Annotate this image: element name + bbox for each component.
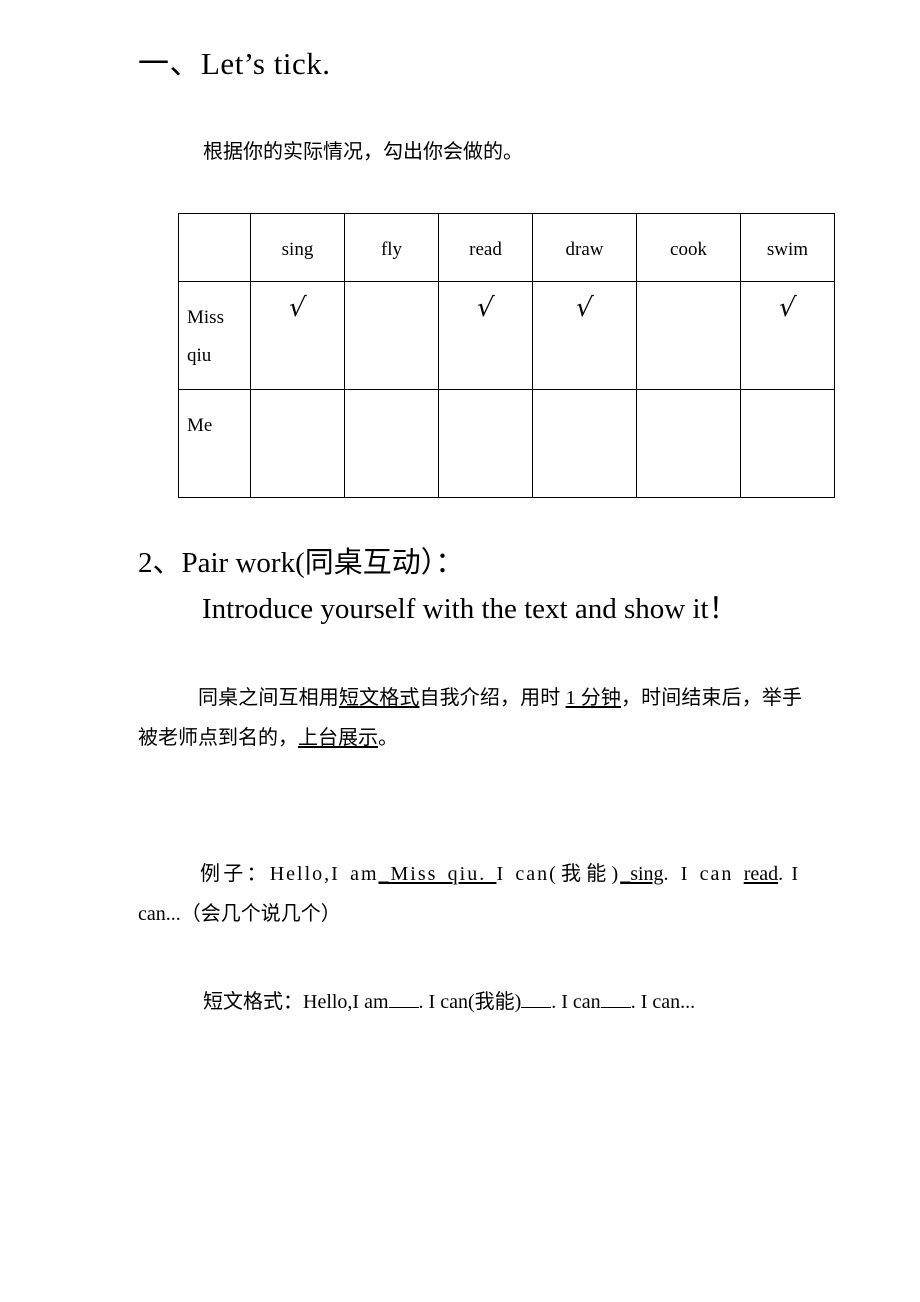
check-icon: √: [475, 293, 496, 323]
table-header-cell-read: read: [438, 213, 533, 282]
table-header-cell-sing: sing: [250, 213, 345, 282]
blank-field-name[interactable]: [388, 1007, 419, 1008]
row-label-line-2: qiu: [187, 345, 212, 366]
tick-cell-me-read[interactable]: [438, 389, 533, 498]
example-text-part-2: I can(我能): [496, 863, 621, 885]
row-label-line-1: Me: [187, 415, 213, 436]
tick-cell-me-draw[interactable]: [532, 389, 637, 498]
body-text-part-1: 同桌之间互相用: [198, 687, 339, 709]
blank-field-ability-1[interactable]: [521, 1007, 552, 1008]
section-2-subheading: Introduce yourself with the text and sho…: [202, 593, 738, 625]
check-icon: √: [777, 293, 798, 323]
format-text-part-4: . I can...: [630, 991, 696, 1013]
blank-field-ability-2[interactable]: [600, 1007, 631, 1008]
tick-cell-me-sing[interactable]: [250, 389, 345, 498]
tick-cell-miss-qiu-sing[interactable]: √: [250, 281, 345, 390]
format-label: 短文格式：: [203, 991, 303, 1013]
table-row-miss-qiu: Miss qiu √ √ √ √: [178, 281, 835, 390]
body-underline-present: 上台展示: [298, 727, 378, 749]
tick-cell-miss-qiu-draw[interactable]: √: [532, 281, 637, 390]
table-row-me: Me: [178, 389, 835, 498]
tick-cell-me-fly[interactable]: [344, 389, 439, 498]
example-text-part-1: Hello,I am: [269, 863, 379, 885]
check-icon: √: [287, 293, 308, 323]
tick-cell-me-cook[interactable]: [636, 389, 741, 498]
body-text-part-4: 。: [378, 727, 398, 749]
tick-cell-miss-qiu-read[interactable]: √: [438, 281, 533, 390]
tick-cell-miss-qiu-swim[interactable]: √: [740, 281, 835, 390]
tick-cell-miss-qiu-cook[interactable]: [636, 281, 741, 390]
tick-cell-me-swim[interactable]: [740, 389, 835, 498]
example-underline-read: read: [743, 863, 779, 885]
format-text-part-1: Hello,I am: [303, 991, 389, 1013]
format-text-part-3: . I can: [551, 991, 601, 1013]
section-2-heading: 2、Pair work(同桌互动）：: [138, 547, 465, 579]
table-header-row: sing fly read draw cook swim: [178, 213, 835, 282]
section-2-body: 同桌之间互相用短文格式自我介绍，用时 1 分钟，时间结束后，举手被老师点到名的，…: [138, 678, 802, 758]
document-page: 一、Let’s tick. 根据你的实际情况，勾出你会做的。 sing fly …: [0, 0, 920, 1302]
example-underline-name: _Miss qiu.: [378, 863, 497, 885]
example-underline-sing: _sing: [620, 863, 664, 885]
row-label-line-1: Miss: [187, 307, 224, 328]
body-underline-format: 短文格式: [338, 687, 420, 709]
check-icon: √: [574, 293, 595, 323]
table-header-cell-fly: fly: [344, 213, 439, 282]
section-1-instruction: 根据你的实际情况，勾出你会做的。: [203, 141, 523, 163]
body-underline-duration: 1 分钟: [565, 687, 621, 709]
example-label: 例子：: [200, 863, 270, 885]
tick-cell-miss-qiu-fly[interactable]: [344, 281, 439, 390]
section-1-heading: 一、Let’s tick.: [138, 44, 330, 84]
table-header-cell-swim: swim: [740, 213, 835, 282]
table-header-cell-cook: cook: [636, 213, 741, 282]
row-label-me: Me: [178, 389, 251, 498]
example-paragraph: 例子：Hello,I am_Miss qiu. I can(我能)_sing. …: [138, 854, 798, 934]
example-text-part-3: . I can: [663, 863, 744, 885]
table-header-cell-draw: draw: [532, 213, 637, 282]
row-label-miss-qiu: Miss qiu: [178, 281, 251, 390]
section-1-heading-text: 一、Let’s tick.: [138, 46, 331, 81]
format-text-part-2: . I can(我能): [418, 991, 522, 1013]
table-header-cell-blank: [178, 213, 251, 282]
body-text-part-2: 自我介绍，用时: [419, 687, 566, 709]
tick-table: sing fly read draw cook swim Miss qiu √ …: [178, 213, 835, 498]
format-template-line: 短文格式：Hello,I am . I can(我能) . I can . I can…: [203, 985, 695, 1019]
